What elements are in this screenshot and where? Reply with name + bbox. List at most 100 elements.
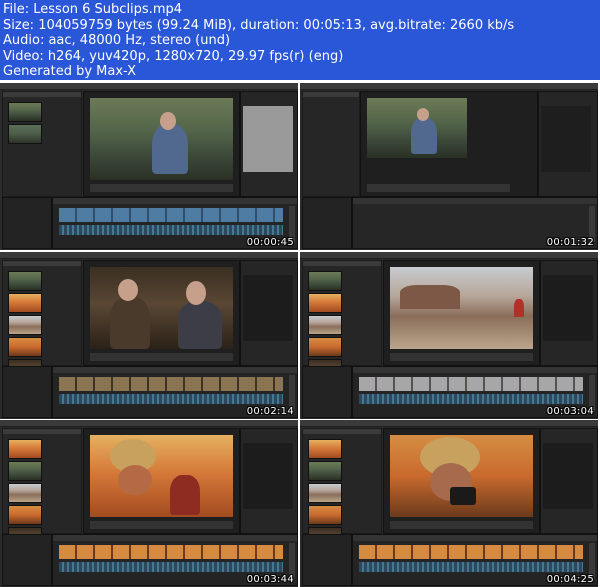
clip-thumbnail xyxy=(308,461,342,481)
project-panel xyxy=(302,260,382,401)
video-thumbnail[interactable]: 00:02:14 xyxy=(0,252,298,419)
program-frame xyxy=(541,106,591,172)
monitor-controls xyxy=(367,184,510,192)
program-frame xyxy=(243,443,293,509)
effects-panel xyxy=(2,197,52,249)
mesa-rock xyxy=(400,285,460,309)
clip-thumbnail xyxy=(8,439,42,459)
monitor-controls xyxy=(90,184,233,192)
person-figure xyxy=(170,475,200,515)
clip-thumbnail xyxy=(8,315,42,335)
clip-thumbnail xyxy=(8,124,42,144)
video-frame xyxy=(390,435,533,517)
timeline-ruler xyxy=(353,198,597,204)
camera-object xyxy=(450,487,476,505)
person-face xyxy=(186,281,206,305)
program-monitor xyxy=(240,428,298,534)
clip-thumbnail xyxy=(308,337,342,357)
timestamp-label: 00:02:14 xyxy=(246,406,294,417)
person-face xyxy=(417,108,429,121)
video-thumbnail[interactable]: 00:03:44 xyxy=(0,420,298,587)
person-figure xyxy=(178,301,222,349)
source-monitor xyxy=(383,428,540,534)
timestamp-label: 00:00:45 xyxy=(246,237,294,248)
app-menubar xyxy=(300,252,598,259)
audio-track xyxy=(59,562,283,572)
app-menubar xyxy=(0,252,298,259)
thumbnail-grid: 00:00:45 00:01:32 00:02:14 00:03:04 00:0… xyxy=(0,80,600,587)
person-face xyxy=(118,465,152,495)
person-face xyxy=(118,279,138,301)
video-track xyxy=(359,377,583,391)
timeline-ruler xyxy=(353,535,597,541)
program-frame xyxy=(543,275,593,341)
source-monitor xyxy=(83,428,240,534)
project-panel xyxy=(2,91,82,197)
source-monitor xyxy=(383,260,540,366)
source-monitor xyxy=(83,91,240,197)
program-monitor xyxy=(240,260,298,366)
file-info-header: File: Lesson 6 Subclips.mp4 Size: 104059… xyxy=(0,0,600,80)
timeline-ruler xyxy=(353,367,597,373)
app-menubar xyxy=(300,83,598,90)
panel-tab-row xyxy=(303,429,381,434)
clip-thumbnail xyxy=(8,337,42,357)
program-frame xyxy=(243,275,293,341)
project-panel xyxy=(302,428,382,569)
video-track xyxy=(59,545,283,559)
source-monitor xyxy=(360,91,538,197)
video-info-line: Video: h264, yuv420p, 1280x720, 29.97 fp… xyxy=(3,48,344,64)
timeline-ruler xyxy=(53,535,297,541)
clip-thumbnail xyxy=(8,461,42,481)
file-size-line: Size: 104059759 bytes (99.24 MiB), durat… xyxy=(3,17,515,33)
project-panel xyxy=(2,428,82,569)
video-thumbnail[interactable]: 00:00:45 xyxy=(0,83,298,250)
video-track xyxy=(59,377,283,391)
app-menubar xyxy=(300,420,598,427)
app-menubar xyxy=(0,420,298,427)
video-track xyxy=(359,545,583,559)
video-thumbnail[interactable]: 00:01:32 xyxy=(300,83,598,250)
video-frame xyxy=(390,267,533,349)
timeline-ruler xyxy=(53,367,297,373)
program-monitor xyxy=(540,428,598,534)
program-monitor xyxy=(538,91,598,197)
program-frame xyxy=(543,443,593,509)
person-figure xyxy=(152,124,188,174)
clip-thumbnail xyxy=(308,505,342,525)
video-track xyxy=(59,208,283,222)
effects-panel xyxy=(2,366,52,418)
video-frame xyxy=(90,267,233,349)
video-thumbnail[interactable]: 00:04:25 xyxy=(300,420,598,587)
monitor-controls xyxy=(390,521,533,529)
video-thumbnail[interactable]: 00:03:04 xyxy=(300,252,598,419)
project-panel xyxy=(302,91,360,197)
clip-thumbnail xyxy=(8,483,42,503)
person-figure xyxy=(411,118,437,154)
clip-thumbnail xyxy=(8,293,42,313)
panel-tab-row xyxy=(3,429,81,434)
monitor-controls xyxy=(90,521,233,529)
file-name-line: File: Lesson 6 Subclips.mp4 xyxy=(3,2,183,17)
panel-tab-row xyxy=(303,261,381,266)
clip-thumbnail xyxy=(308,271,342,291)
clip-thumbnail xyxy=(308,315,342,335)
timeline-ruler xyxy=(53,198,297,204)
clip-thumbnail xyxy=(8,102,42,122)
audio-track xyxy=(59,225,283,235)
audio-track xyxy=(359,394,583,404)
monitor-controls xyxy=(90,353,233,361)
clip-thumbnail xyxy=(8,271,42,291)
program-monitor xyxy=(240,91,298,197)
effects-panel xyxy=(302,197,352,249)
effects-panel xyxy=(302,366,352,418)
clip-thumbnail xyxy=(8,505,42,525)
timestamp-label: 00:01:32 xyxy=(546,237,594,248)
video-frame xyxy=(90,435,233,517)
app-menubar xyxy=(0,83,298,90)
audio-track xyxy=(359,562,583,572)
person-figure xyxy=(110,297,150,349)
program-monitor xyxy=(540,260,598,366)
panel-tab-row xyxy=(303,92,359,97)
video-frame xyxy=(367,98,467,158)
